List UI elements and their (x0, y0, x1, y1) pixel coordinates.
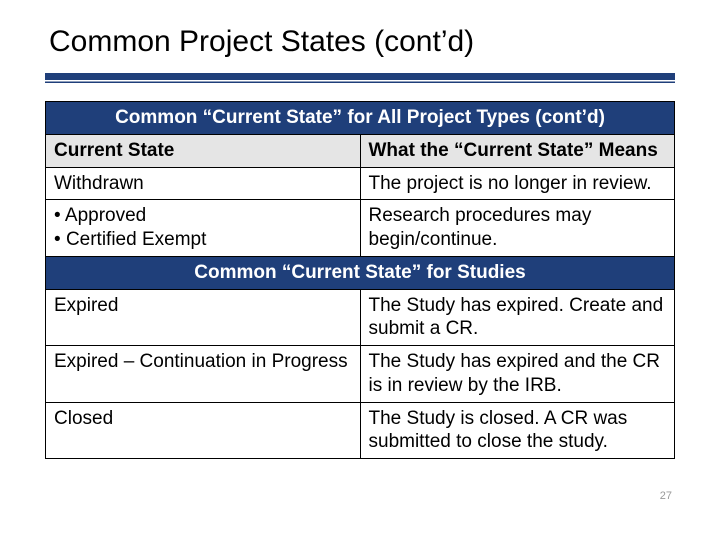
table-row: Closed The Study is closed. A CR was sub… (46, 402, 675, 459)
section-heading-studies: Common “Current State” for Studies (46, 256, 675, 289)
bullet-item: Approved (54, 204, 352, 228)
section-heading-all-types: Common “Current State” for All Project T… (46, 102, 675, 135)
section-heading-label: Common “Current State” for All Project T… (46, 102, 675, 135)
column-header-row: Current State What the “Current State” M… (46, 134, 675, 167)
page-number: 27 (660, 490, 672, 502)
cell-meaning: The Study is closed. A CR was submitted … (360, 402, 675, 459)
table-row: Withdrawn The project is no longer in re… (46, 167, 675, 200)
table-row: Expired The Study has expired. Create an… (46, 289, 675, 346)
states-table: Common “Current State” for All Project T… (45, 101, 675, 459)
cell-state: Expired – Continuation in Progress (46, 346, 361, 403)
slide-title: Common Project States (cont’d) (49, 25, 675, 65)
section-heading-label: Common “Current State” for Studies (46, 256, 675, 289)
bullet-item: Certified Exempt (54, 228, 352, 252)
slide: Common Project States (cont’d) Common “C… (0, 0, 720, 540)
cell-state: Approved Certified Exempt (46, 200, 361, 257)
col-header-meaning: What the “Current State” Means (360, 134, 675, 167)
state-bullets: Approved Certified Exempt (54, 204, 352, 252)
cell-meaning: Research procedures may begin/continue. (360, 200, 675, 257)
table-row: Approved Certified Exempt Research proce… (46, 200, 675, 257)
cell-state: Closed (46, 402, 361, 459)
col-header-state: Current State (46, 134, 361, 167)
cell-state: Withdrawn (46, 167, 361, 200)
cell-meaning: The project is no longer in review. (360, 167, 675, 200)
title-rule (45, 73, 675, 83)
table-row: Expired – Continuation in Progress The S… (46, 346, 675, 403)
cell-state: Expired (46, 289, 361, 346)
cell-meaning: The Study has expired and the CR is in r… (360, 346, 675, 403)
cell-meaning: The Study has expired. Create and submit… (360, 289, 675, 346)
